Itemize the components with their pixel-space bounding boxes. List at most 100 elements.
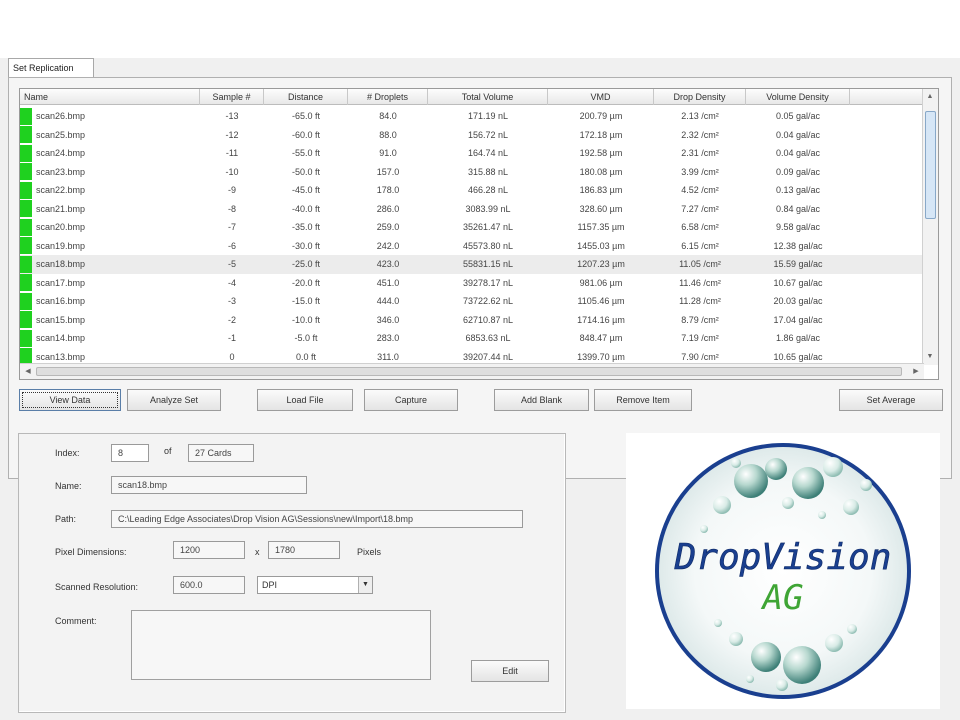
pixel-dimensions-label: Pixel Dimensions: — [55, 547, 127, 557]
table-cell: -8 — [227, 203, 236, 214]
row-name-text: scan15.bmp — [36, 314, 86, 325]
x-label: x — [255, 547, 260, 557]
horizontal-scroll-thumb[interactable] — [36, 367, 902, 376]
table-row[interactable]: scan20.bmp -7 -35.0 ft 259.0 35261.47 nL 1157… — [20, 218, 924, 237]
column-header-name[interactable]: Name — [20, 89, 200, 105]
table-cell: 2.13 /cm² — [681, 111, 719, 121]
table-row[interactable]: scan24.bmp -11 -55.0 ft 91.0 164.74 nL 192.58… — [20, 144, 924, 163]
column-header-volume-density[interactable]: Volume Density — [746, 89, 850, 105]
column-header-vmd[interactable]: VMD — [548, 89, 654, 105]
resolution-unit-select[interactable]: DPI ▼ — [257, 576, 373, 594]
scroll-left-icon[interactable]: ◀ — [21, 365, 35, 379]
table-cell: 12.38 gal/ac — [773, 240, 823, 251]
chevron-down-icon[interactable]: ▼ — [358, 577, 372, 593]
row-name-text: scan25.bmp — [36, 129, 86, 140]
row-name-text: scan18.bmp — [36, 259, 86, 269]
table-cell: -45.0 ft — [291, 185, 320, 195]
horizontal-scrollbar[interactable]: ◀ ▶ — [20, 363, 924, 379]
table-row[interactable]: scan18.bmp -5 -25.0 ft 423.0 55831.15 nL 1207… — [20, 255, 924, 274]
table-row[interactable]: scan26.bmp -13 -65.0 ft 84.0 171.19 nL 200.79… — [20, 107, 924, 126]
table-cell: 0.05 gal/ac — [775, 111, 821, 121]
pixels-label: Pixels — [357, 547, 382, 557]
scroll-down-icon[interactable]: ▼ — [923, 350, 937, 364]
row-name-cell: scan25.bmp — [20, 126, 200, 145]
tab-set-replication[interactable]: Set Replication — [8, 58, 94, 78]
table-cell: -4 — [227, 277, 236, 288]
table-cell: 286.0 — [376, 203, 400, 214]
results-table: Name Sample # Distance # Droplets Total … — [19, 88, 939, 380]
table-cell: 981.06 µm — [579, 277, 623, 288]
status-color-swatch — [20, 218, 32, 236]
table-row[interactable]: scan16.bmp -3 -15.0 ft 444.0 73722.62 nL 1105… — [20, 292, 924, 311]
status-color-swatch — [20, 107, 32, 125]
table-cell: 180.08 µm — [579, 166, 623, 177]
table-row[interactable]: scan17.bmp -4 -20.0 ft 451.0 39278.17 nL 981.… — [20, 274, 924, 293]
table-cell: 1714.16 µm — [577, 314, 625, 325]
comment-label: Comment: — [55, 616, 97, 626]
status-color-swatch — [20, 163, 32, 181]
column-header-total-volume[interactable]: Total Volume — [428, 89, 548, 105]
vertical-scrollbar[interactable]: ▲ ▼ — [922, 89, 938, 365]
table-cell: -3 — [227, 296, 236, 306]
row-name-text: scan16.bmp — [36, 296, 86, 306]
table-cell: -15.0 ft — [291, 296, 320, 306]
add-blank-button[interactable]: Add Blank — [494, 389, 589, 411]
table-cell: 1.86 gal/ac — [775, 333, 821, 343]
table-cell: 848.47 µm — [579, 333, 623, 343]
table-cell: 62710.87 nL — [462, 314, 514, 325]
table-cell: -40.0 ft — [291, 203, 320, 214]
table-cell: -60.0 ft — [291, 129, 320, 140]
of-label: of — [164, 446, 172, 456]
table-cell: -35.0 ft — [291, 222, 320, 232]
table-cell: 192.58 µm — [579, 148, 623, 158]
table-cell: -5.0 ft — [294, 333, 318, 343]
capture-button[interactable]: Capture — [364, 389, 458, 411]
table-cell: 259.0 — [376, 222, 400, 232]
table-cell: 451.0 — [376, 277, 400, 288]
set-average-button[interactable]: Set Average — [839, 389, 943, 411]
dropvision-logo: DropVision AG — [655, 443, 911, 699]
status-color-swatch — [20, 181, 32, 199]
card-details-panel: Index: 8 of 27 Cards Name: scan18.bmp Pa… — [18, 433, 566, 713]
table-cell: 328.60 µm — [579, 203, 623, 214]
table-row[interactable]: scan14.bmp -1 -5.0 ft 283.0 6853.63 nL 848.47… — [20, 329, 924, 348]
comment-textarea[interactable] — [131, 610, 431, 680]
table-cell: 157.0 — [376, 166, 400, 177]
status-color-swatch — [20, 311, 32, 329]
table-row[interactable]: scan23.bmp -10 -50.0 ft 157.0 315.88 nL 180.0… — [20, 163, 924, 182]
table-cell: -10 — [225, 166, 239, 177]
table-cell: 1105.46 µm — [577, 296, 625, 306]
row-name-cell: scan18.bmp — [20, 255, 200, 274]
view-data-button[interactable]: View Data — [19, 389, 121, 411]
edit-button[interactable]: Edit — [471, 660, 549, 682]
table-row[interactable]: scan19.bmp -6 -30.0 ft 242.0 45573.80 nL 1455… — [20, 237, 924, 256]
remove-item-button[interactable]: Remove Item — [594, 389, 692, 411]
row-name-cell: scan21.bmp — [20, 200, 200, 219]
column-header-droplets[interactable]: # Droplets — [348, 89, 428, 105]
status-color-swatch — [20, 274, 32, 292]
column-header-sample[interactable]: Sample # — [200, 89, 264, 105]
table-body: scan26.bmp -13 -65.0 ft 84.0 171.19 nL 200.79… — [20, 107, 924, 366]
analyze-set-button[interactable]: Analyze Set — [127, 389, 221, 411]
table-row[interactable]: scan22.bmp -9 -45.0 ft 178.0 466.28 nL 186.83… — [20, 181, 924, 200]
table-row[interactable]: scan25.bmp -12 -60.0 ft 88.0 156.72 nL 172.18… — [20, 126, 924, 145]
table-row[interactable]: scan21.bmp -8 -40.0 ft 286.0 3083.99 nL 328.6… — [20, 200, 924, 219]
vertical-scroll-thumb[interactable] — [925, 111, 936, 219]
table-cell: 423.0 — [376, 259, 400, 269]
table-cell: 8.79 /cm² — [681, 314, 719, 325]
table-cell: 11.28 /cm² — [679, 296, 721, 306]
table-cell: 88.0 — [379, 129, 397, 140]
scanned-resolution-label: Scanned Resolution: — [55, 582, 139, 592]
scroll-right-icon[interactable]: ▶ — [909, 365, 923, 379]
table-cell: -20.0 ft — [291, 277, 320, 288]
table-cell: 7.27 /cm² — [681, 203, 719, 214]
column-header-drop-density[interactable]: Drop Density — [654, 89, 746, 105]
load-file-button[interactable]: Load File — [257, 389, 353, 411]
resolution-field[interactable]: 600.0 — [173, 576, 245, 594]
column-header-distance[interactable]: Distance — [264, 89, 348, 105]
table-cell: 9.58 gal/ac — [775, 222, 821, 232]
table-cell: 6.58 /cm² — [681, 222, 719, 232]
index-field[interactable]: 8 — [111, 444, 149, 462]
scroll-up-icon[interactable]: ▲ — [923, 90, 937, 104]
table-row[interactable]: scan15.bmp -2 -10.0 ft 346.0 62710.87 nL 1714… — [20, 311, 924, 330]
